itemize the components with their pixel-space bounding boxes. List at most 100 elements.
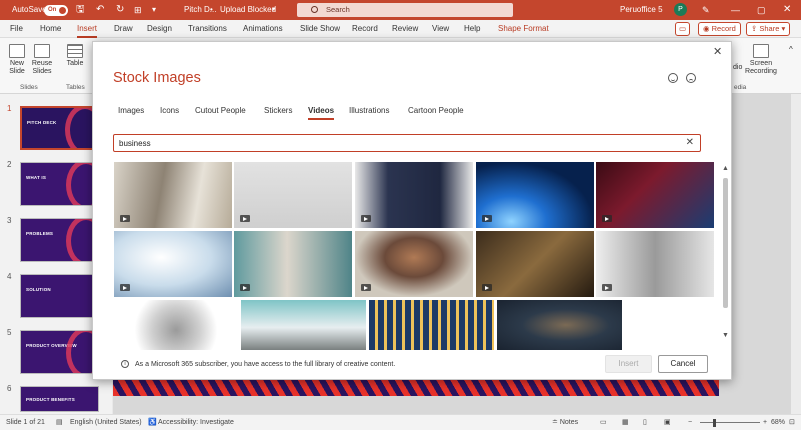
tab-cutout-people[interactable]: Cutout People: [195, 106, 246, 115]
cancel-button[interactable]: Cancel: [658, 355, 708, 373]
video-thumbnail-calculator[interactable]: [241, 300, 366, 350]
tab-illustrations[interactable]: Illustrations: [349, 106, 389, 115]
frown-feedback-icon[interactable]: [686, 73, 696, 83]
tab-transitions[interactable]: Transitions: [188, 20, 227, 38]
search-icon: [311, 6, 318, 13]
audio-button-partial[interactable]: dio: [733, 64, 742, 72]
normal-view-icon[interactable]: ▭: [600, 415, 607, 430]
close-window-icon[interactable]: ✕: [783, 0, 791, 20]
screen-recording-button[interactable]: Screen Recording: [744, 44, 778, 76]
search-placeholder: Search: [326, 5, 350, 14]
gallery-scrollbar-thumb[interactable]: [723, 178, 728, 308]
tab-file[interactable]: File: [10, 20, 23, 38]
tab-shape-format[interactable]: Shape Format: [498, 20, 549, 38]
video-thumbnail-globe[interactable]: [476, 162, 594, 228]
zoom-slider[interactable]: [700, 422, 760, 423]
video-badge-icon: [361, 215, 371, 222]
tab-animations[interactable]: Animations: [243, 20, 283, 38]
gallery-scrollbar[interactable]: ▲ ▼: [721, 162, 731, 342]
fit-slide-icon[interactable]: ⊡: [789, 415, 795, 430]
slide-thumbnail-5[interactable]: PRODUCT OVERVIEW: [20, 330, 99, 374]
video-thumbnail-businessman-night[interactable]: [497, 300, 622, 350]
title-bar: AutoSave On 🖫 ↶ ↻ ⊞ ▾ Pitch D... • Uploa…: [0, 0, 801, 20]
tab-stickers[interactable]: Stickers: [264, 106, 292, 115]
video-thumbnail-office[interactable]: [114, 162, 232, 228]
record-button[interactable]: ◉ Record: [698, 22, 741, 36]
scroll-up-icon[interactable]: ▲: [722, 165, 729, 172]
editor-scrollbar[interactable]: [791, 94, 801, 414]
tab-draw[interactable]: Draw: [114, 20, 133, 38]
restore-icon[interactable]: ▢: [757, 0, 766, 20]
slide-thumbnail-title: WHAT IS: [26, 175, 47, 180]
slideshow-view-icon[interactable]: ▣: [664, 415, 671, 430]
zoom-out-icon[interactable]: −: [688, 415, 692, 430]
tab-record[interactable]: Record: [352, 20, 378, 38]
stock-search-input[interactable]: [119, 136, 659, 150]
notes-button[interactable]: ≐ Notes: [552, 415, 578, 430]
video-thumbnail-gears[interactable]: [114, 300, 238, 350]
zoom-in-icon[interactable]: +: [763, 415, 767, 430]
language-status[interactable]: English (United States): [70, 415, 142, 430]
present-icon[interactable]: ⊞: [134, 0, 142, 20]
undo-icon[interactable]: ↶: [96, 0, 104, 20]
accessibility-status[interactable]: Accessibility: Investigate: [158, 415, 234, 430]
close-icon[interactable]: ✕: [713, 45, 722, 58]
reading-view-icon[interactable]: ▯: [643, 415, 647, 430]
table-button[interactable]: Table: [64, 44, 86, 68]
video-thumbnail-stressed-man[interactable]: [476, 231, 594, 297]
reuse-slides-button[interactable]: Reuse Slides: [30, 44, 54, 76]
tab-home[interactable]: Home: [40, 20, 61, 38]
slide-sorter-icon[interactable]: ▦: [622, 415, 629, 430]
ribbon-collapse-icon[interactable]: ^: [789, 46, 793, 54]
avatar[interactable]: P: [674, 3, 687, 16]
slide-thumbnail-2[interactable]: WHAT IS: [20, 162, 99, 206]
new-slide-button[interactable]: New Slide: [4, 44, 30, 76]
clear-search-icon[interactable]: ✕: [686, 137, 694, 149]
video-thumbnail-woman-smiling[interactable]: [355, 231, 473, 297]
video-thumbnail-building[interactable]: [369, 300, 494, 350]
smile-feedback-icon[interactable]: [668, 73, 678, 83]
spellcheck-icon[interactable]: ▤: [56, 415, 63, 430]
tab-cartoon-people[interactable]: Cartoon People: [408, 106, 464, 115]
tab-review[interactable]: Review: [392, 20, 418, 38]
user-name[interactable]: Peruoffice 5: [620, 0, 663, 20]
slide-thumbnail-6[interactable]: PRODUCT BENEFITS: [20, 386, 99, 412]
upload-status-chevron-icon[interactable]: ▾: [272, 0, 276, 20]
tab-view[interactable]: View: [432, 20, 449, 38]
comments-icon[interactable]: ▭: [675, 22, 691, 36]
slide-thumbnail-title: PRODUCT BENEFITS: [26, 397, 75, 402]
zoom-slider-handle[interactable]: [713, 419, 716, 427]
slide-thumbnail-title: SOLUTION: [26, 287, 51, 292]
customize-toolbar-icon[interactable]: ▾: [152, 0, 156, 20]
accessibility-icon[interactable]: ♿: [148, 415, 157, 430]
share-button[interactable]: ⇪ Share ▾: [746, 22, 791, 36]
upload-status[interactable]: Upload Blocked: [220, 0, 276, 20]
scroll-down-icon[interactable]: ▼: [722, 332, 729, 339]
insert-button[interactable]: Insert: [605, 355, 652, 373]
tab-images[interactable]: Images: [118, 106, 144, 115]
tab-help[interactable]: Help: [464, 20, 480, 38]
video-thumbnail-suit[interactable]: [355, 162, 473, 228]
slide-thumbnail-3[interactable]: PROBLEMS: [20, 218, 99, 262]
save-icon[interactable]: 🖫: [76, 0, 85, 20]
zoom-level[interactable]: 68%: [771, 415, 785, 430]
video-badge-icon: [120, 284, 130, 291]
search-box[interactable]: Search: [297, 3, 513, 17]
minimize-icon[interactable]: —: [731, 0, 740, 20]
tab-slide-show[interactable]: Slide Show: [300, 20, 340, 38]
redo-icon[interactable]: ↻: [116, 0, 124, 20]
tab-design[interactable]: Design: [147, 20, 172, 38]
video-thumbnail-office-meeting[interactable]: [596, 231, 714, 297]
video-thumbnail-abstract[interactable]: [114, 231, 232, 297]
tab-insert[interactable]: Insert: [77, 20, 98, 38]
tab-icons[interactable]: Icons: [160, 106, 179, 115]
video-thumbnail-blank[interactable]: [234, 162, 352, 228]
autosave-toggle[interactable]: On: [44, 5, 68, 16]
slide-thumbnail-1[interactable]: PITCH DECK: [20, 106, 99, 150]
stock-search-field[interactable]: ✕: [113, 134, 701, 152]
video-thumbnail-man-laptop[interactable]: [234, 231, 352, 297]
video-thumbnail-stock-data[interactable]: [596, 162, 714, 228]
slide-thumbnail-4[interactable]: SOLUTION: [20, 274, 99, 318]
pen-icon[interactable]: ✎: [702, 0, 710, 20]
tab-videos[interactable]: Videos: [308, 106, 335, 120]
